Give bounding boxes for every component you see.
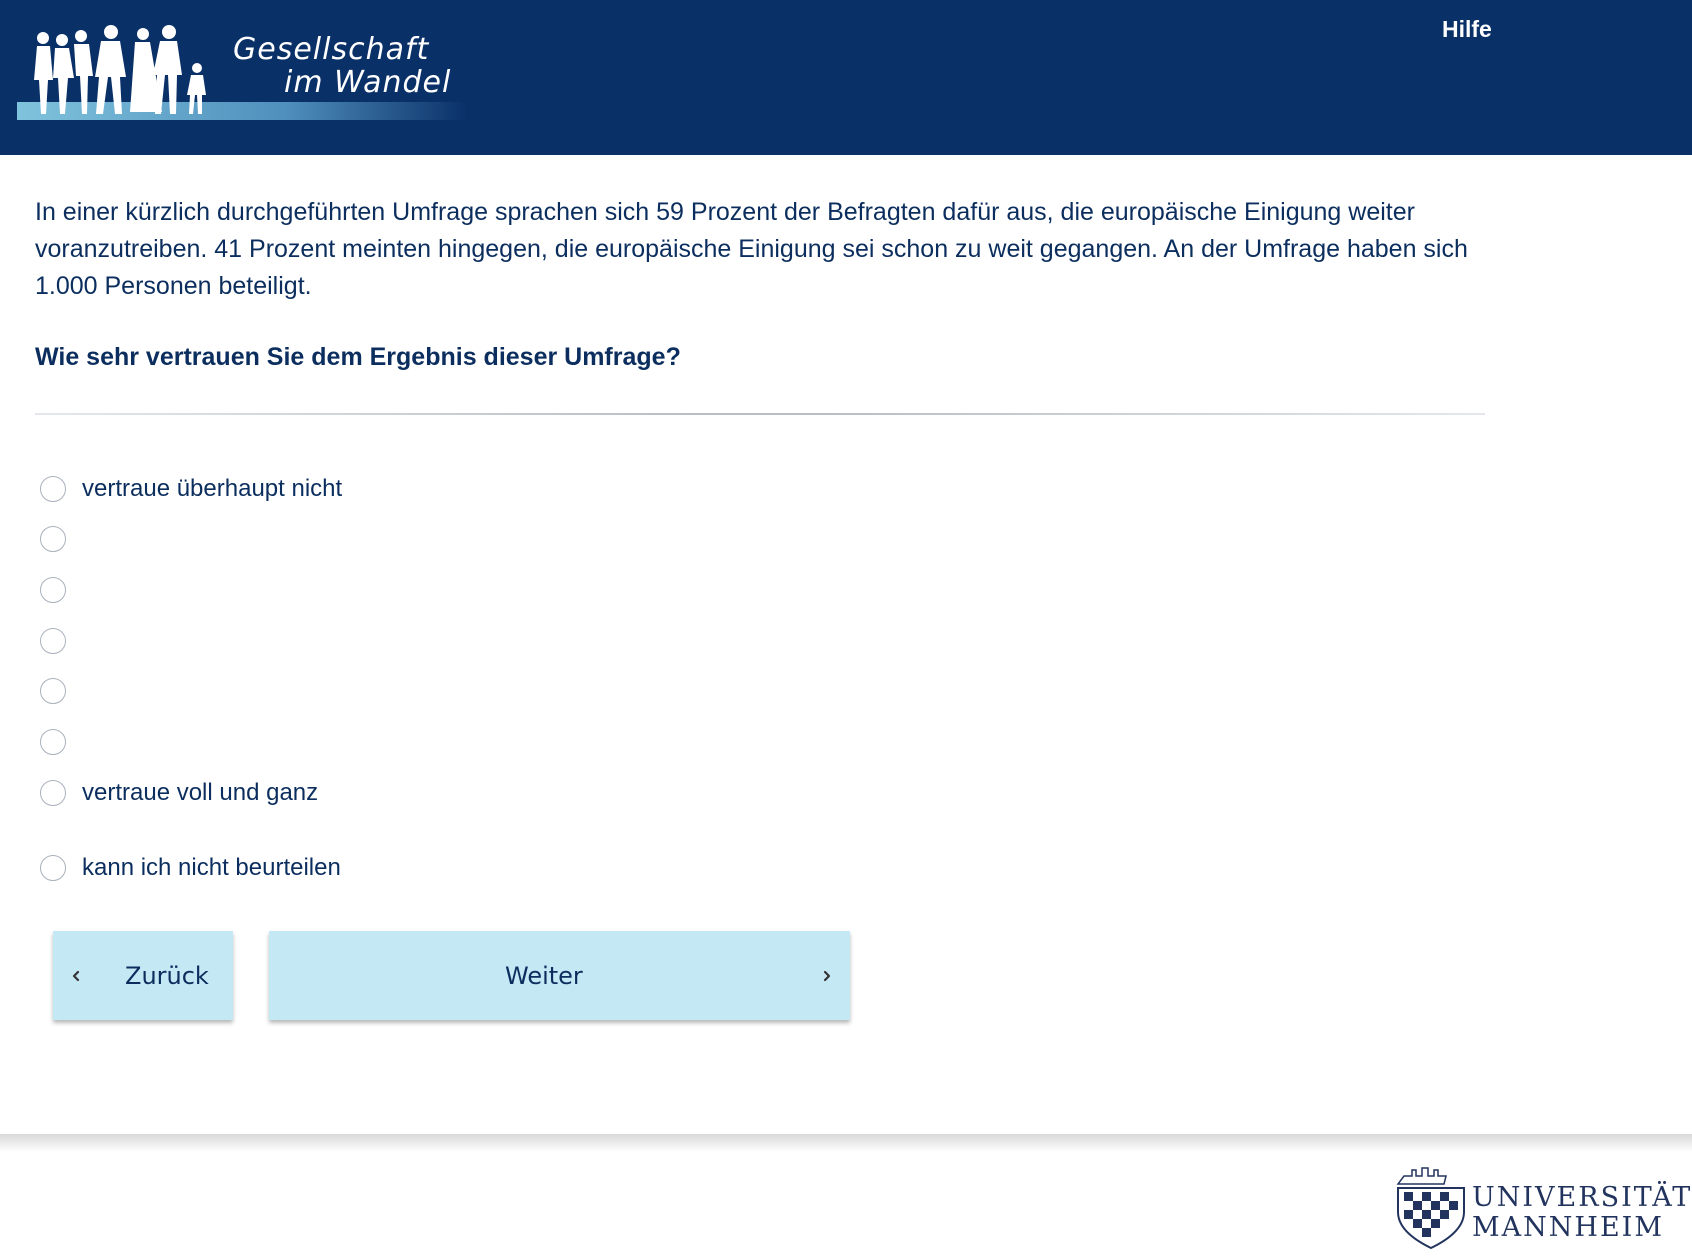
university-name-line1: UNIVERSITÄT (1472, 1182, 1692, 1213)
radio-button[interactable] (40, 729, 66, 755)
back-button-label: Zurück (125, 961, 209, 990)
question-intro-text: In einer kürzlich durchgeführten Umfrage… (35, 198, 1468, 300)
back-button[interactable]: Zurück (53, 931, 233, 1020)
radio-button[interactable] (40, 476, 66, 502)
radio-button[interactable] (40, 577, 66, 603)
answer-option-label: vertraue voll und ganz (82, 779, 319, 806)
logo-title-line1: Gesellschaft (233, 32, 430, 67)
next-button[interactable]: Weiter (269, 931, 850, 1020)
answer-option-7[interactable]: vertraue voll und ganz (40, 778, 318, 808)
radio-button[interactable] (40, 628, 66, 654)
answer-option-4[interactable] (40, 626, 82, 656)
header-bar: Gesellschaft im Wandel Hilfe (0, 0, 1692, 155)
university-crest-icon (1396, 1167, 1465, 1250)
answer-option-1[interactable]: vertraue überhaupt nicht (40, 474, 342, 504)
chevron-left-icon (72, 970, 80, 981)
answer-option-6[interactable] (40, 727, 82, 757)
radio-button[interactable] (40, 678, 66, 704)
footer-divider (0, 1134, 1692, 1152)
answer-option-label: kann ich nicht beurteilen (82, 854, 341, 881)
divider (35, 413, 1485, 415)
chevron-right-icon (823, 970, 831, 981)
answer-option-label: vertraue überhaupt nicht (82, 475, 343, 502)
gesellschaft-im-wandel-logo: Gesellschaft im Wandel (17, 18, 467, 130)
radio-button[interactable] (40, 855, 66, 881)
radio-button[interactable] (40, 780, 66, 806)
logo-title-line2: im Wandel (284, 65, 452, 100)
answer-option-2[interactable] (40, 524, 82, 554)
question-title: Wie sehr vertrauen Sie dem Ergebnis dies… (35, 343, 681, 371)
help-link[interactable]: Hilfe (1442, 16, 1492, 43)
next-button-label: Weiter (505, 961, 583, 990)
universitaet-mannheim-logo: UNIVERSITÄT MANNHEIM (1390, 1160, 1690, 1252)
radio-button[interactable] (40, 526, 66, 552)
answer-option-3[interactable] (40, 575, 82, 605)
answer-option-5[interactable] (40, 676, 82, 706)
answer-option-no-answer[interactable]: kann ich nicht beurteilen (40, 853, 341, 883)
university-name-line2: MANNHEIM (1472, 1212, 1664, 1243)
